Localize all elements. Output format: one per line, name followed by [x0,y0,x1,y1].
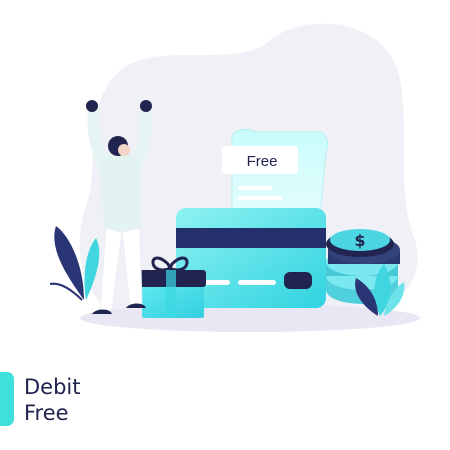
receipt-label: Free [247,153,278,170]
card-magnetic-stripe [176,228,326,248]
dollar-icon: $ [354,231,365,250]
debit-free-illustration: Free $ [49,23,420,332]
landing-page: Free $ Debit Free [0,0,450,450]
title-line-2: Free [24,401,69,425]
accent-bar [0,372,14,426]
receipt-line [238,196,282,200]
title-line-1: Debit [24,375,81,399]
page-title: Debit Free [24,374,81,426]
receipt-line [238,186,272,190]
card-chip [284,272,312,289]
card-text-line [238,280,276,285]
